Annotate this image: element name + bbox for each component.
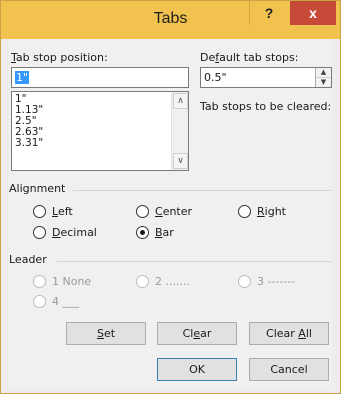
- align-decimal-radio[interactable]: Decimal: [33, 226, 97, 239]
- scroll-down-icon[interactable]: ∨: [173, 153, 188, 169]
- spin-down-icon[interactable]: ▼: [316, 77, 331, 86]
- align-right-radio[interactable]: Right: [238, 205, 286, 218]
- align-center-label: Center: [155, 205, 193, 218]
- tab-stop-list-item[interactable]: 1.13": [12, 105, 188, 116]
- leader-dots-radio[interactable]: 2 .......: [136, 275, 190, 288]
- leader-none-label: 1 None: [52, 275, 92, 288]
- tab-stop-position-label: Tab stop position:: [11, 51, 108, 64]
- tab-stops-to-be-cleared-label: Tab stops to be cleared:: [200, 100, 332, 113]
- default-tab-stops-label: Default tab stops:: [200, 51, 299, 64]
- leader-dashes-radio[interactable]: 3 -------: [238, 275, 295, 288]
- align-right-label: Right: [257, 205, 286, 218]
- dialog-body: Tab stop position: 1" 1" 1.13" 2.5" 2.63" 3.…: [9, 39, 332, 387]
- leader-underline-radio[interactable]: 4 ___: [33, 295, 79, 308]
- align-left-radio[interactable]: Left: [33, 205, 73, 218]
- radio-circle-icon: [238, 275, 251, 288]
- cancel-button[interactable]: Cancel: [249, 358, 329, 381]
- alignment-group-label: Alignment: [9, 182, 66, 195]
- scroll-up-icon[interactable]: ∧: [173, 93, 188, 109]
- leader-underline-label: 4 ___: [52, 295, 79, 308]
- spin-up-icon[interactable]: ▲: [316, 68, 331, 77]
- radio-circle-icon: [136, 275, 149, 288]
- radio-circle-icon: [33, 226, 46, 239]
- leader-none-radio[interactable]: 1 None: [33, 275, 91, 288]
- clear-button[interactable]: Clear: [157, 322, 237, 345]
- leader-divider: [57, 261, 332, 262]
- radio-circle-icon: [33, 205, 46, 218]
- close-button[interactable]: x: [290, 1, 336, 25]
- title-bar[interactable]: Tabs ? x: [1, 1, 340, 39]
- tab-stop-items: 1" 1.13" 2.5" 2.63" 3.31": [12, 92, 188, 149]
- align-center-radio[interactable]: Center: [136, 205, 192, 218]
- radio-circle-icon: [33, 295, 46, 308]
- radio-circle-icon: [136, 205, 149, 218]
- clear-all-button[interactable]: Clear All: [249, 322, 329, 345]
- align-bar-label: Bar: [155, 226, 174, 239]
- tab-stop-list-item[interactable]: 3.31": [12, 138, 188, 149]
- set-button[interactable]: Set: [66, 322, 146, 345]
- align-decimal-label: Decimal: [52, 226, 97, 239]
- radio-circle-icon: [238, 205, 251, 218]
- align-left-label: Left: [52, 205, 73, 218]
- tab-stop-list[interactable]: 1" 1.13" 2.5" 2.63" 3.31" ∧ ∨: [11, 91, 189, 171]
- default-tab-spinner[interactable]: ▲ ▼: [315, 68, 331, 87]
- align-bar-radio[interactable]: Bar: [136, 226, 174, 239]
- radio-selected-icon: [136, 226, 149, 239]
- tab-stop-list-scrollbar[interactable]: ∧ ∨: [171, 92, 188, 170]
- tabs-dialog: Tabs ? x Tab stop position: 1" 1" 1.13" 2.…: [0, 0, 341, 394]
- alignment-divider: [73, 190, 332, 191]
- tab-stop-value: 1": [15, 71, 30, 84]
- ok-button[interactable]: OK: [157, 358, 237, 381]
- leader-dots-label: 2 .......: [155, 275, 190, 288]
- default-tab-value: 0.5": [204, 71, 227, 84]
- help-button[interactable]: ?: [249, 1, 288, 25]
- leader-group-label: Leader: [9, 253, 47, 266]
- default-tab-stops-input[interactable]: 0.5" ▲ ▼: [200, 67, 332, 88]
- radio-circle-icon: [33, 275, 46, 288]
- tab-stop-position-input[interactable]: 1": [11, 67, 189, 88]
- leader-dashes-label: 3 -------: [257, 275, 296, 288]
